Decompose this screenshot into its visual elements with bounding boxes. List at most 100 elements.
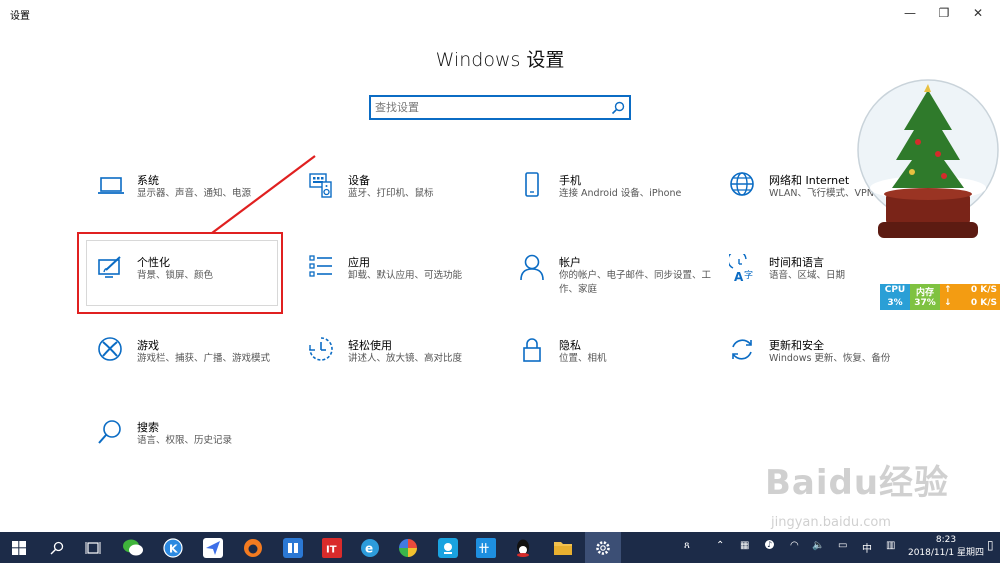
taskbar-app-wechat[interactable] [121, 536, 145, 560]
setting-desc: 卸载、默认应用、可选功能 [348, 270, 463, 281]
taskbar-app-blue[interactable] [281, 536, 305, 560]
setting-name: 设备 [348, 174, 370, 187]
baidu-watermark: Baidu经验 jingyan.baidu.com [765, 455, 1000, 540]
taskbar-app-orange[interactable] [241, 536, 265, 560]
xbox-icon [98, 337, 122, 361]
setting-name: 系统 [137, 174, 159, 187]
setting-name: 个性化 [137, 256, 170, 269]
ease-of-access-icon [309, 337, 333, 361]
people-icon[interactable]: ጸ [684, 540, 690, 551]
paper-plane-icon [203, 538, 223, 558]
setting-personalization[interactable]: 个性化 背景、锁屏、颜色 [97, 254, 297, 314]
setting-ease-of-access[interactable]: 轻松使用 讲述人、放大镜、高对比度 [308, 337, 508, 397]
orange-app-icon [244, 539, 262, 557]
setting-desc: 位置、相机 [559, 353, 607, 364]
laptop-icon [98, 177, 124, 194]
setting-privacy[interactable]: 隐私 位置、相机 [519, 337, 719, 397]
svg-text:卄: 卄 [479, 542, 489, 555]
setting-name: 更新和安全 [769, 339, 824, 352]
it-app-icon: IT [322, 538, 342, 558]
taskbar-clock[interactable]: 8:23 2018/11/1 星期四 [905, 534, 987, 560]
setting-name: 应用 [348, 256, 370, 269]
setting-desc: Windows 更新、恢复、备份 [769, 353, 891, 364]
windows-logo-icon [12, 541, 26, 555]
tray-chat-icon[interactable]: ▭ [838, 540, 847, 551]
taskbar-app-it[interactable]: IT [320, 536, 344, 560]
color-wheel-icon [399, 539, 417, 557]
time-language-icon: A 字 [729, 254, 753, 284]
qq-penguin-icon [517, 539, 529, 557]
wechat-icon [123, 539, 143, 556]
clock-time: 8:23 [935, 535, 957, 545]
volume-icon[interactable]: 🔈 [812, 540, 824, 551]
taskbar-app-cyan[interactable] [436, 536, 460, 560]
svg-text:e: e [365, 542, 373, 556]
taskbar-app-tool[interactable]: 卄 [474, 536, 498, 560]
search-icon[interactable] [611, 101, 625, 115]
setting-phone[interactable]: 手机 连接 Android 设备、iPhone [519, 172, 719, 232]
taskbar-app-ie[interactable]: e [358, 536, 382, 560]
setting-desc: 背景、锁屏、颜色 [137, 270, 214, 281]
task-view-button[interactable] [81, 536, 105, 560]
search-icon [50, 541, 64, 555]
personalize-icon [98, 256, 121, 278]
lock-icon [523, 338, 541, 362]
setting-name: 隐私 [559, 339, 581, 352]
search-input[interactable] [375, 99, 605, 116]
ime-indicator[interactable]: 中 [862, 540, 872, 555]
taskbar-app-qq[interactable] [511, 536, 535, 560]
cpu-label: CPU [884, 285, 906, 295]
gear-icon [596, 541, 610, 555]
start-button[interactable] [7, 536, 31, 560]
taskbar-app-k[interactable]: K [161, 536, 185, 560]
k-app-icon: K [163, 538, 183, 558]
task-view-icon [85, 542, 101, 554]
setting-name: 手机 [559, 174, 581, 187]
download-speed: 0 K/S [970, 298, 997, 308]
setting-desc: 语音、区域、日期 [769, 270, 846, 281]
setting-update-security[interactable]: 更新和安全 Windows 更新、恢复、备份 [729, 337, 929, 397]
tray-baidu-icon[interactable]: ♪ [765, 540, 775, 549]
taskbar-app-feishu[interactable] [201, 536, 225, 560]
sync-icon [732, 339, 752, 360]
settings-window: 设置 — ❐ ✕ Windows 设置 系统 显示器、声音、通知、电源 [0, 0, 1000, 532]
maximize-button[interactable]: ❐ [927, 0, 961, 26]
taskbar-search-button[interactable] [45, 536, 69, 560]
minimize-button[interactable]: — [893, 0, 927, 26]
wifi-icon[interactable]: ◠ [790, 540, 799, 551]
toolbox-icon: 卄 [476, 538, 496, 558]
window-title: 设置 [10, 11, 30, 22]
cpu-value: 3% [887, 298, 903, 308]
setting-accounts[interactable]: 帐户 你的帐户、电子邮件、同步设置、工作、家庭 [519, 254, 719, 314]
notification-icon[interactable]: ▯ [987, 538, 994, 552]
taskbar-app-settings[interactable] [591, 536, 615, 560]
system-monitor-widget: CPU 3% 内存 37% ↑ 0 K/S ↓ 0 K/S [880, 284, 1000, 310]
setting-gaming[interactable]: 游戏 游戏栏、捕获、广播、游戏模式 [97, 337, 297, 397]
memory-value: 37% [914, 298, 936, 308]
blue-app-icon [283, 538, 303, 558]
setting-desc: 蓝牙、打印机、鼠标 [348, 188, 434, 199]
close-button[interactable]: ✕ [961, 0, 995, 26]
setting-search[interactable]: 搜索 语言、权限、历史记录 [97, 419, 297, 479]
taskbar-app-explorer[interactable] [551, 536, 575, 560]
show-hidden-icons-icon[interactable]: ⌃ [716, 540, 724, 551]
setting-name: 轻松使用 [348, 339, 392, 352]
svg-text:A: A [734, 270, 744, 284]
setting-desc: 游戏栏、捕获、广播、游戏模式 [137, 353, 271, 364]
setting-devices[interactable]: 设备 蓝牙、打印机、鼠标 [308, 172, 508, 232]
taskbar-app-photos[interactable] [396, 536, 420, 560]
memory-meter: 内存 37% [910, 284, 940, 310]
setting-desc: 连接 Android 设备、iPhone [559, 188, 682, 199]
setting-name: 游戏 [137, 339, 159, 352]
taskbar: K IT e 卄 ጸ ⌃ ▦ ♪ ◠ 🔈 ▭ 中 ▥ 8:23 2018/11/… [0, 532, 1000, 563]
tray-grid-icon[interactable]: ▦ [740, 540, 749, 551]
search-icon [98, 420, 121, 444]
search-box[interactable] [369, 95, 631, 120]
setting-apps[interactable]: 应用 卸载、默认应用、可选功能 [308, 254, 508, 314]
keyboard-icon[interactable]: ▥ [886, 540, 895, 551]
cyan-app-icon [438, 538, 458, 558]
watermark-url: jingyan.baidu.com [771, 515, 891, 530]
setting-system[interactable]: 系统 显示器、声音、通知、电源 [97, 172, 297, 232]
browser-e-icon: e [361, 539, 379, 557]
snow-globe-widget [857, 79, 999, 238]
